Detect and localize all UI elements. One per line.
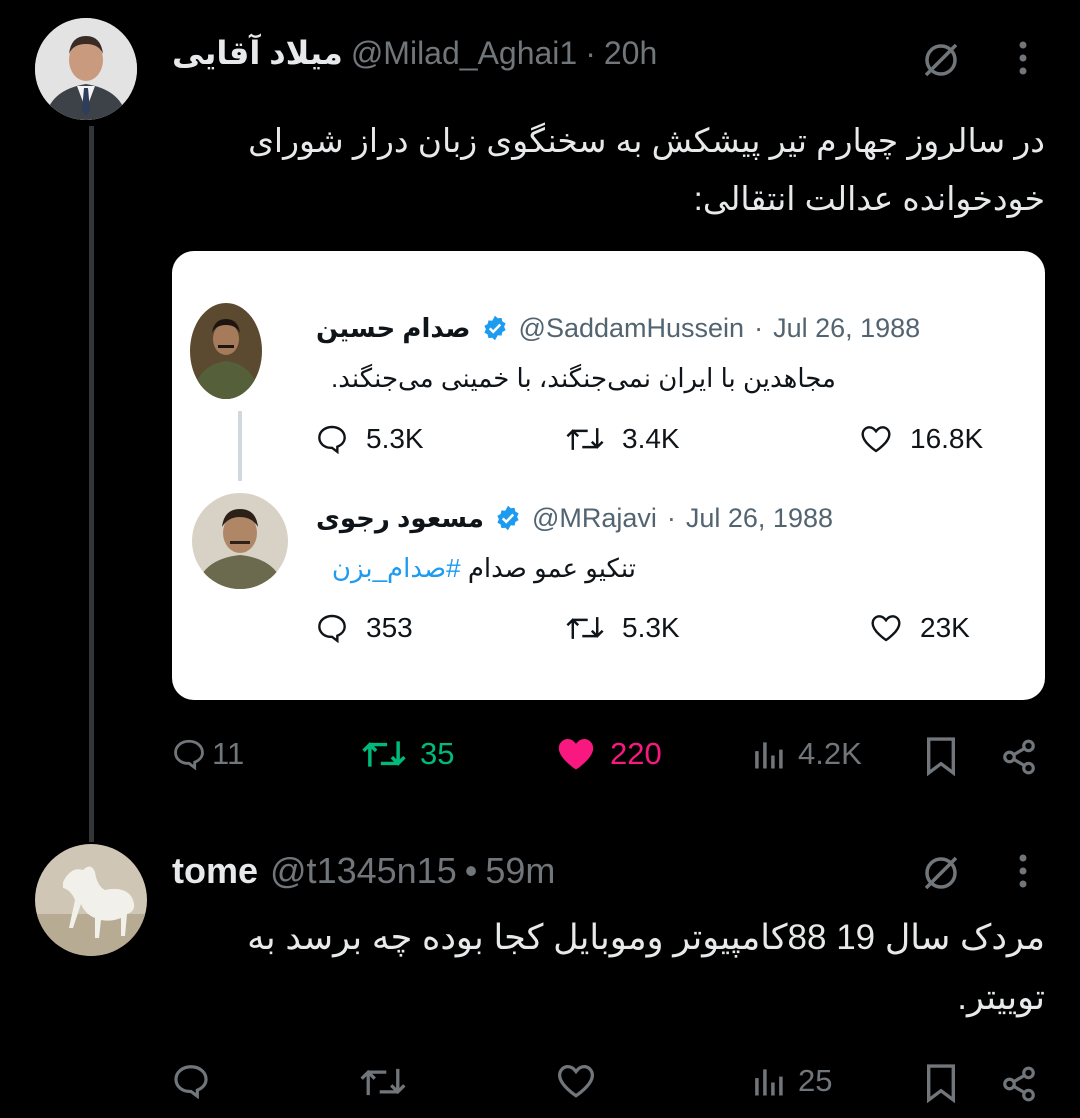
bookmark-icon[interactable] (922, 736, 960, 776)
retweet-icon (566, 614, 604, 642)
separator: · (666, 502, 676, 533)
card-post2-likes: 23K (870, 612, 970, 644)
like-button[interactable]: 220 (556, 736, 662, 772)
avatar-tome[interactable] (35, 844, 147, 956)
like-icon (556, 736, 596, 772)
retweet-icon (566, 425, 604, 453)
tweet1-text: در سالروز چهارم تیر پیشکش به سخنگوی زبان… (172, 112, 1045, 228)
reply-count: 353 (366, 612, 413, 643)
author-handle[interactable]: @Milad_Aghai1 (351, 35, 577, 72)
retweet-button[interactable] (360, 1065, 406, 1099)
views-count: 25 (798, 1063, 833, 1098)
tweet-text-line: توییتر. (957, 978, 1045, 1017)
author-name[interactable]: میلاد آقایی (172, 34, 343, 72)
card-post2-text: تنکیو عمو صدام #صدام_بزن (316, 553, 636, 584)
reply-icon (172, 738, 206, 770)
retweet-button[interactable]: 35 (362, 736, 454, 772)
card-post2-body: تنکیو عمو صدام (467, 553, 636, 583)
reply-count: 5.3K (366, 423, 424, 454)
like-button[interactable] (556, 1063, 596, 1099)
like-count: 23K (920, 612, 970, 643)
like-icon (870, 613, 902, 643)
retweet-count: 5.3K (622, 612, 680, 643)
like-count: 220 (610, 736, 662, 771)
hashtag: #صدام_بزن (331, 553, 461, 583)
card-author-handle: @MRajavi (531, 502, 657, 533)
card-post-date: Jul 26, 1988 (685, 502, 833, 533)
separator: · (754, 312, 764, 343)
like-icon (860, 424, 892, 454)
like-count: 16.8K (910, 423, 984, 454)
card-post2-header: مسعود رجوی @MRajavi · Jul 26, 1988 (316, 499, 833, 537)
avatar-milad[interactable] (35, 18, 137, 120)
tweet2-text: مردک سال 19 88کامپیوتر وموبایل کجا بوده … (172, 908, 1045, 1028)
more-icon[interactable] (1017, 853, 1029, 889)
author-handle[interactable]: @t1345n15 (270, 850, 457, 892)
card-post1-text: مجاهدین با ایران نمی‌جنگند، با خمینی می‌… (331, 363, 836, 393)
card-post2-replies: 353 (316, 612, 413, 644)
views-icon (752, 738, 788, 770)
reply-icon (316, 613, 348, 643)
thread-line (89, 126, 94, 842)
tweet-text-line: در سالروز چهارم تیر پیشکش به سخنگوی زبان… (248, 122, 1045, 159)
card-post2-retweets: 5.3K (566, 612, 680, 644)
grok-icon[interactable] (918, 37, 964, 83)
reply-button[interactable]: 11 (172, 736, 244, 772)
timestamp[interactable]: 20h (604, 35, 657, 72)
timestamp[interactable]: 59m (485, 850, 555, 892)
tweet-text-line: خودخوانده عدالت انتقالی: (693, 180, 1045, 217)
card-author-name: صدام حسین (316, 312, 471, 343)
card-post1-replies: 5.3K (316, 423, 424, 455)
bookmark-icon[interactable] (922, 1063, 960, 1103)
grok-icon[interactable] (918, 850, 964, 896)
verified-icon (494, 504, 522, 532)
retweet-count: 3.4K (622, 423, 680, 454)
avatar-rajavi (192, 493, 288, 589)
tweet2-header: tome @t1345n15 • 59m (172, 848, 555, 894)
card-post1-header: صدام حسین @SaddamHussein · Jul 26, 1988 (316, 309, 920, 347)
avatar-saddam (190, 303, 262, 399)
card-post-date: Jul 26, 1988 (773, 312, 921, 343)
card-author-handle: @SaddamHussein (518, 312, 745, 343)
views-icon (752, 1065, 788, 1097)
tweet-text-line: مردک سال 19 88کامپیوتر وموبایل کجا بوده … (247, 918, 1045, 957)
quoted-image-card[interactable]: صدام حسین @SaddamHussein · Jul 26, 1988 … (172, 251, 1045, 700)
verified-icon (481, 314, 509, 342)
views-button[interactable]: 4.2K (752, 736, 862, 772)
author-name[interactable]: tome (172, 850, 258, 892)
more-icon[interactable] (1017, 40, 1029, 76)
reply-button[interactable] (172, 1063, 210, 1099)
retweet-count: 35 (420, 736, 455, 771)
card-post1-likes: 16.8K (860, 423, 983, 455)
views-button[interactable]: 25 (752, 1063, 832, 1099)
reply-count: 11 (212, 736, 245, 771)
share-icon[interactable] (1000, 1065, 1038, 1103)
reply-icon (316, 424, 348, 454)
share-icon[interactable] (1000, 738, 1038, 776)
tweet1-header: میلاد آقایی @Milad_Aghai1 · 20h (172, 30, 657, 76)
views-count: 4.2K (798, 736, 862, 771)
separator: · (585, 34, 596, 71)
card-post1-retweets: 3.4K (566, 423, 680, 455)
retweet-icon (362, 738, 406, 770)
card-thread-line (238, 411, 242, 481)
card-author-name: مسعود رجوی (316, 502, 484, 533)
separator: • (464, 850, 478, 891)
